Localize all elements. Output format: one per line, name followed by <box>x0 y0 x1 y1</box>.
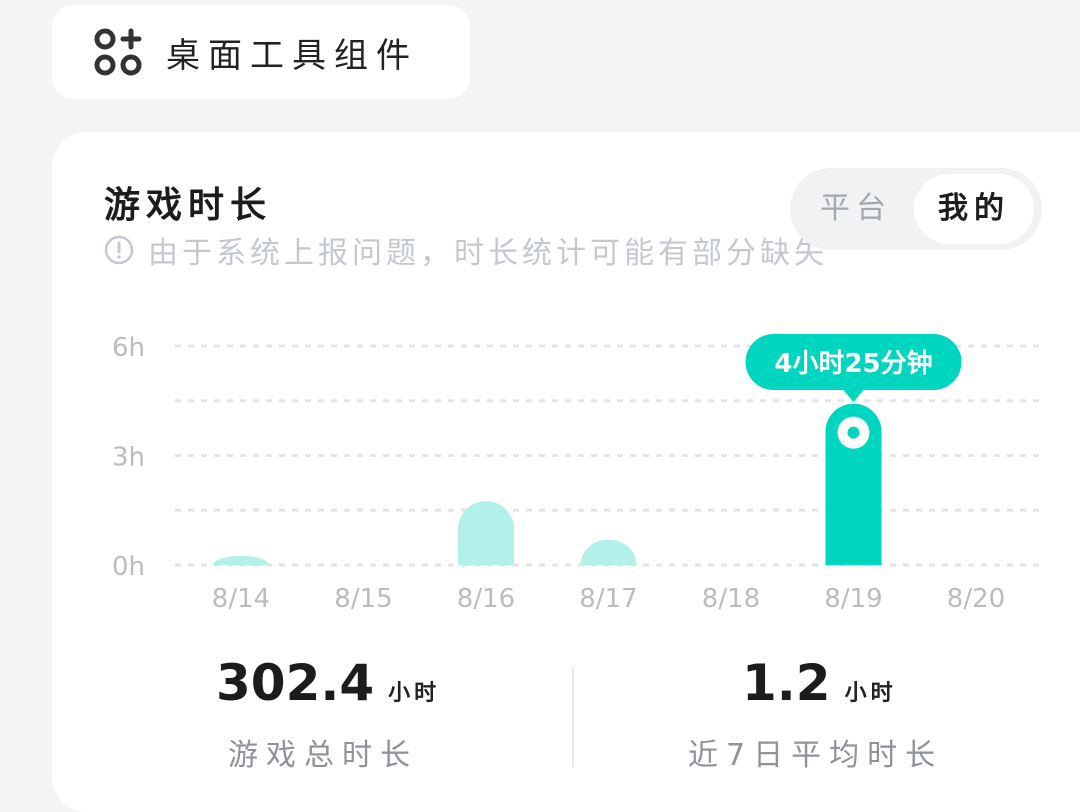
bar <box>580 539 637 565</box>
x-tick-label: 8/17 <box>579 584 637 614</box>
desktop-widgets-button[interactable]: 桌面工具组件 <box>52 5 470 99</box>
avg-time-stat: 1.2 小时 <box>742 654 897 712</box>
avg-time-label: 近7日平均时长 <box>688 738 944 773</box>
avg-time-value: 1.2 <box>742 654 831 712</box>
x-tick-label: 8/18 <box>702 584 760 614</box>
avg-time-unit: 小时 <box>844 681 897 706</box>
x-tick-label: 8/14 <box>212 584 270 614</box>
total-time-stat: 302.4 小时 <box>216 654 440 712</box>
tooltip-text: 4小时25分钟 <box>774 348 932 379</box>
total-time-value: 302.4 <box>216 654 375 712</box>
x-tick-label: 8/16 <box>457 584 515 614</box>
y-tick-label: 3h <box>112 443 145 473</box>
bar <box>213 555 269 565</box>
x-tick-label: 8/15 <box>334 584 392 614</box>
widgets-add-icon <box>94 28 142 76</box>
game-time-card: 游戏时长 由于系统上报问题，时长统计可能有部分缺失 平台 我的 0h 3h 6h 8/… <box>52 132 1080 812</box>
y-tick-label: 0h <box>112 552 145 582</box>
total-time-unit: 小时 <box>388 681 441 706</box>
game-time-chart: 0h 3h 6h 8/14 8/15 8/16 8/17 8/18 8/19 8/20 4小时25分… <box>112 333 1042 614</box>
desktop-widgets-label: 桌面工具组件 <box>166 35 418 76</box>
stats-divider <box>572 667 574 767</box>
total-time-label: 游戏总时长 <box>228 738 418 773</box>
bar <box>458 501 514 565</box>
tooltip-pointer <box>842 389 865 402</box>
y-tick-label: 6h <box>112 333 145 363</box>
x-tick-label: 8/19 <box>824 584 882 614</box>
highlight-dot-center <box>847 426 860 439</box>
x-tick-label: 8/20 <box>947 584 1005 614</box>
